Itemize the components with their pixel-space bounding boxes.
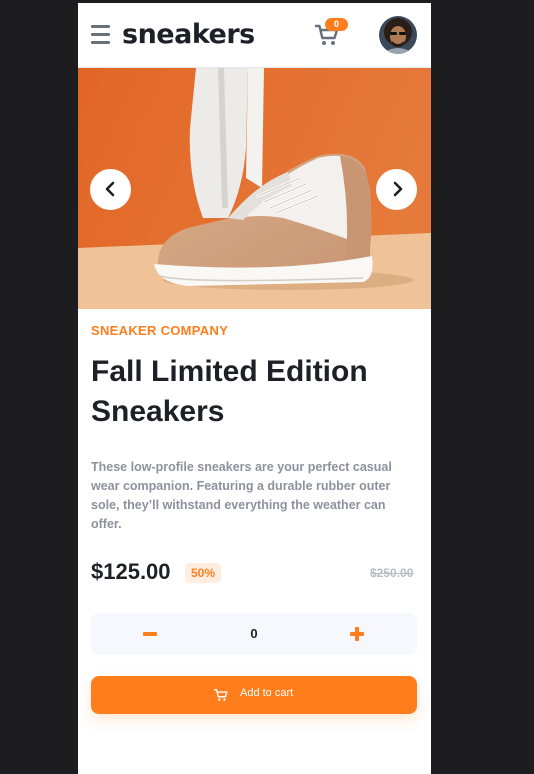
user-avatar[interactable]	[379, 16, 417, 54]
minus-icon[interactable]	[143, 632, 157, 636]
quantity-value: 0	[250, 626, 258, 641]
original-price: $250.00	[370, 566, 414, 580]
add-to-cart-button[interactable]: Add to cart	[91, 676, 417, 714]
quantity-stepper: 0	[91, 613, 417, 655]
chevron-right-icon	[393, 181, 403, 197]
current-price: $125.00	[91, 559, 171, 584]
app-screen: sneakers 0 SNEAKER COMPANY Fall Limited …	[78, 3, 431, 774]
product-description: These low-profile sneakers are your perf…	[91, 460, 392, 531]
chevron-left-icon	[105, 181, 115, 197]
product-title: Fall Limited Edition Sneakers	[91, 355, 368, 428]
hamburger-menu-icon[interactable]	[91, 25, 110, 44]
previous-image-button[interactable]	[90, 169, 131, 210]
next-image-button[interactable]	[376, 169, 417, 210]
add-to-cart-label: Add to cart	[240, 687, 294, 699]
header: sneakers 0	[78, 3, 431, 68]
cart-icon	[214, 689, 228, 701]
plus-icon[interactable]	[350, 627, 364, 641]
discount-badge: 50%	[185, 563, 222, 583]
product-image	[78, 68, 431, 309]
company-name: SNEAKER COMPANY	[91, 323, 229, 338]
logo: sneakers	[122, 19, 255, 50]
cart-count-badge: 0	[325, 18, 348, 31]
